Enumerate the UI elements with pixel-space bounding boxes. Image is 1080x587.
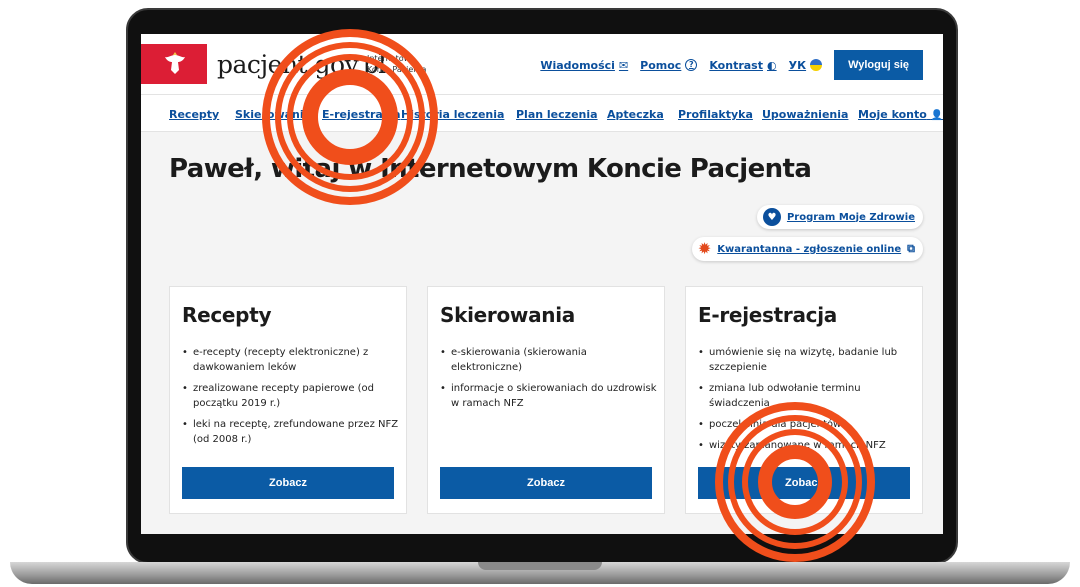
site-header: pacjent.gov.pl Internetowe Konto Pacjent… [141,34,943,94]
nav-item-apteczka[interactable]: Apteczka [607,108,664,121]
recepty-zobacz-button[interactable]: Zobacz [182,467,394,499]
nav-item-moje-konto[interactable]: Moje konto 👤 [858,108,943,121]
list-item: e-recepty (recepty elektroniczne) z dawk… [182,345,402,375]
contrast-label: Kontrast [709,58,763,72]
nav-item-upowaznienia[interactable]: Upoważnienia [762,108,848,121]
list-item: zmiana lub odwołanie terminu świadczenia [698,381,918,411]
card-title: Recepty [182,303,272,327]
nav-item-e-rejestracja[interactable]: E-rejestracja [322,108,401,121]
card-skierowania: Skierowania e-skierowania (skierowania e… [427,286,665,514]
skierowania-zobacz-button[interactable]: Zobacz [440,467,652,499]
site-brand-subtitle: Internetowe Konto Pacjenta [367,54,427,74]
site-brand[interactable]: pacjent.gov.pl [217,50,386,79]
card-recepty: Recepty e-recepty (recepty elektroniczne… [169,286,407,514]
nav-item-recepty[interactable]: Recepty [169,108,219,121]
kwarantanna-label: Kwarantanna - zgłoszenie online [717,243,902,255]
laptop-notch [478,562,602,570]
heart-badge-icon: ♥ [762,208,781,226]
nav-item-skierowania[interactable]: Skierowania [235,108,311,121]
account-icon: 👤 [930,110,943,121]
poland-emblem-logo[interactable] [141,44,207,84]
ukraine-flag-icon [810,59,823,71]
nav-item-historia-leczenia[interactable]: Historia leczenia [401,108,504,121]
welcome-heading: Paweł, witaj w Internetowym Koncie Pacje… [169,154,812,184]
language-link[interactable]: УК [788,58,823,72]
messages-label: Wiadomości [540,58,615,72]
list-item: wizyty zaplanowane w ramach NFZ [698,438,918,453]
help-icon: ? [685,59,698,71]
list-item: zrealizowane recepty papierowe (od począ… [182,381,402,411]
logout-button[interactable]: Wyloguj się [834,50,923,80]
card-list: e-recepty (recepty elektroniczne) z dawk… [182,345,402,453]
card-e-rejestracja: E-rejestracja umówienie się na wizytę, b… [685,286,923,514]
program-moje-zdrowie-label: Program Moje Zdrowie [786,211,915,223]
header-links: Wiadomości ✉ Pomoc ? Kontrast ◐ УК Wylog… [540,50,923,80]
virus-icon: ✹ [697,239,712,258]
help-link[interactable]: Pomoc ? [640,58,698,72]
language-label: УК [788,58,807,72]
card-list: e-skierowania (skierowania elektroniczne… [440,345,660,417]
browser-screen: pacjent.gov.pl Internetowe Konto Pacjent… [141,34,943,534]
nav-item-profilaktyka[interactable]: Profilaktyka [678,108,753,121]
eagle-icon [165,52,185,74]
contrast-icon: ◐ [766,58,777,72]
list-item: poczekalnia dla pacjentów [698,417,918,432]
e-rejestracja-zobacz-button[interactable]: Zobacz [698,467,910,499]
list-item: umówienie się na wizytę, badanie lub szc… [698,345,918,375]
external-link-icon: ⧉ [907,242,915,255]
list-item: leki na receptę, zrefundowane przez NFZ … [182,417,402,447]
list-item: e-skierowania (skierowania elektroniczne… [440,345,660,375]
help-label: Pomoc [640,58,682,72]
contrast-link[interactable]: Kontrast ◐ [709,59,776,72]
nav-item-plan-leczenia[interactable]: Plan leczenia [516,108,598,121]
program-moje-zdrowie-link[interactable]: ♥ Program Moje Zdrowie [756,205,923,229]
main-nav: Recepty Skierowania E-rejestracja Histor… [141,94,943,132]
card-title: Skierowania [440,303,575,327]
kwarantanna-link[interactable]: ✹ Kwarantanna - zgłoszenie online ⧉ [691,237,923,261]
nav-item-moje-konto-label: Moje konto [858,108,927,121]
list-item: informacje o skierowaniach do uzdrowisk … [440,381,660,411]
messages-link[interactable]: Wiadomości ✉ [540,59,628,72]
card-title: E-rejestracja [698,303,837,327]
card-list: umówienie się na wizytę, badanie lub szc… [698,345,918,459]
envelope-icon: ✉ [618,58,629,72]
